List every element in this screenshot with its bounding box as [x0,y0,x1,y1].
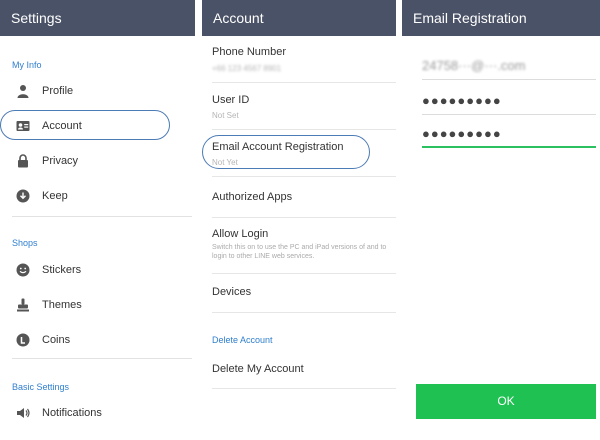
row-delete-my-account[interactable]: Delete My Account [202,352,396,388]
download-icon [16,189,30,203]
row-allow-login[interactable]: Allow Login Switch this on to use the PC… [202,218,396,273]
menu-item-label: Profile [42,85,74,97]
section-basic-settings: Basic Settings [12,382,70,392]
menu-item-keep[interactable]: Keep [0,182,195,212]
email-input-value: 24758···@···.com [422,58,526,73]
password-confirm-value: ●●●●●●●●● [422,126,502,141]
smiley-icon [16,263,30,277]
account-panel: Account Phone Number +66 123 4567 8901 U… [202,0,396,440]
email-registration-panel: Email Registration 24758···@···.com ●●●●… [402,0,600,440]
menu-item-notifications[interactable]: Notifications [0,399,195,429]
person-icon [17,85,29,98]
email-registration-header: Email Registration [402,0,600,36]
menu-item-label: Coins [42,334,71,346]
stamp-icon [17,298,29,312]
menu-item-coins[interactable]: Coins [0,326,195,356]
devices-label: Devices [212,286,252,298]
section-delete-account: Delete Account [212,335,273,345]
allow-login-label: Allow Login [212,228,269,240]
row-authorized-apps[interactable]: Authorized Apps [202,177,396,217]
delete-my-account-label: Delete My Account [212,363,304,375]
menu-item-label: Privacy [42,155,79,167]
user-id-value: Not Set [212,111,239,120]
menu-item-stickers[interactable]: Stickers [0,256,195,286]
account-header: Account [202,0,396,36]
menu-item-themes[interactable]: Themes [0,291,195,321]
section-shops: Shops [12,238,38,248]
row-divider [212,388,396,389]
phone-number-label: Phone Number [212,46,286,58]
section-my-info: My Info [12,60,42,70]
password-input[interactable]: ●●●●●●●●● [422,85,596,115]
row-devices[interactable]: Devices [202,274,396,312]
highlight-callout-account [0,110,170,140]
password-confirm-input[interactable]: ●●●●●●●●● [422,118,596,148]
divider [12,358,192,359]
settings-header: Settings [0,0,195,36]
menu-item-label: Notifications [42,407,102,419]
input-underline-focused [422,146,596,148]
speaker-icon [17,408,30,418]
ok-button[interactable]: OK [416,384,596,419]
allow-login-description: Switch this on to use the PC and iPad ve… [212,244,387,260]
menu-item-label: Stickers [42,264,82,276]
phone-number-value: +66 123 4567 8901 [212,64,282,73]
menu-item-privacy[interactable]: Privacy [0,147,195,177]
input-underline [422,79,596,80]
password-input-value: ●●●●●●●●● [422,93,502,108]
menu-item-label: Themes [42,299,82,311]
row-user-id[interactable]: User ID Not Set [202,83,396,129]
email-input[interactable]: 24758···@···.com [422,50,596,80]
menu-item-label: Keep [42,190,68,202]
authorized-apps-label: Authorized Apps [212,191,293,203]
highlight-callout-email [202,135,370,169]
row-divider [212,312,396,313]
input-underline [422,114,596,115]
row-phone-number[interactable]: Phone Number +66 123 4567 8901 [202,36,396,82]
divider [12,216,192,217]
coin-icon [16,333,30,347]
settings-panel: Settings My Info Profile Account Privacy [0,0,195,440]
user-id-label: User ID [212,94,250,106]
lock-icon [18,154,28,168]
menu-item-profile[interactable]: Profile [0,77,195,107]
